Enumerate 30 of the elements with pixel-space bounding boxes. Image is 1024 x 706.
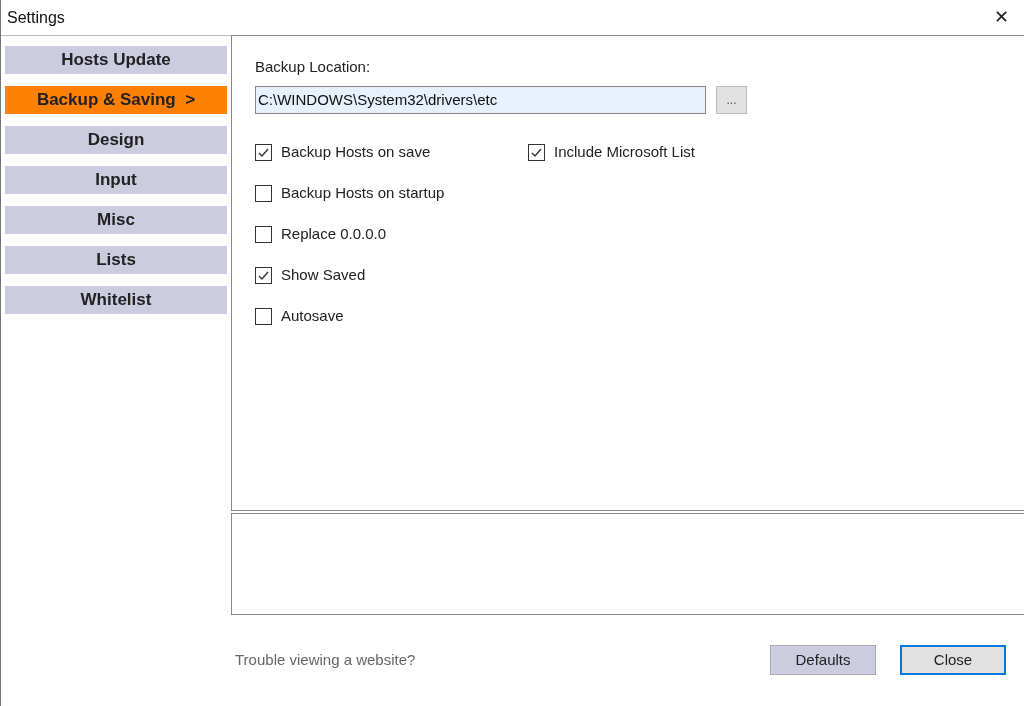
help-link[interactable]: Trouble viewing a website?	[235, 648, 416, 672]
sidebar-item[interactable]: Design	[5, 126, 227, 154]
checkbox[interactable]	[255, 185, 272, 202]
checkbox[interactable]	[255, 226, 272, 243]
browse-button[interactable]: ...	[716, 85, 747, 114]
sidebar-item[interactable]: Misc	[5, 206, 227, 234]
checkmark-icon	[257, 269, 270, 282]
checkbox-label: Autosave	[281, 306, 344, 327]
checkbox[interactable]	[528, 144, 545, 161]
path-field[interactable]: C:\WINDOWS\System32\drivers\etc	[255, 85, 706, 114]
field-label: Backup Location:	[255, 57, 372, 77]
sidebar-item[interactable]: Lists	[5, 246, 227, 274]
dialog-button[interactable]: Defaults	[770, 645, 876, 675]
checkmark-icon	[257, 146, 270, 159]
close-button[interactable]: ✕	[978, 0, 1024, 36]
sidebar-item[interactable]: Whitelist	[5, 286, 227, 314]
checkbox-label: Include Microsoft List	[554, 142, 695, 163]
dialog-button[interactable]: Close	[900, 645, 1006, 675]
checkmark-icon	[530, 146, 543, 159]
sidebar-item[interactable]: Backup & Saving >	[5, 86, 227, 114]
checkbox-label: Show Saved	[281, 265, 366, 286]
sidebar-item[interactable]: Input	[5, 166, 227, 194]
checkbox-label: Backup Hosts on startup	[281, 183, 445, 204]
checkbox[interactable]	[255, 267, 272, 284]
window-title: Settings	[7, 7, 65, 28]
checkbox[interactable]	[255, 308, 272, 325]
sidebar-item[interactable]: Hosts Update	[5, 46, 227, 74]
checkbox-label: Backup Hosts on save	[281, 142, 431, 163]
checkbox-label: Replace 0.0.0.0	[281, 224, 387, 245]
checkbox[interactable]	[255, 144, 272, 161]
